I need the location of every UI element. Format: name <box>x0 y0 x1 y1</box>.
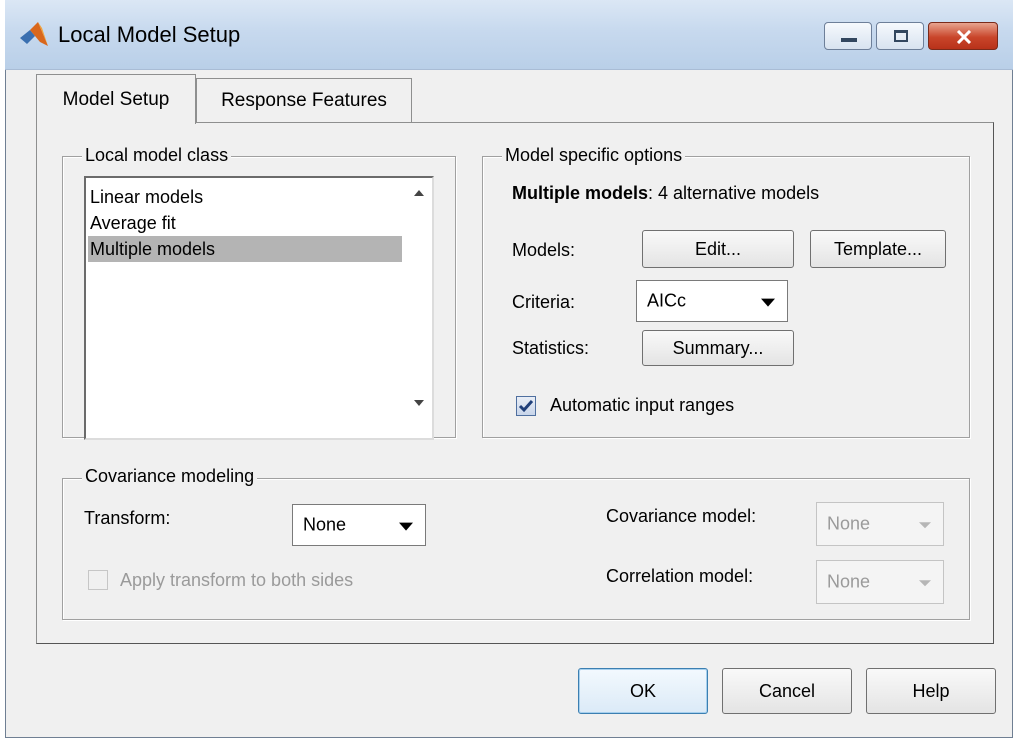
list-item[interactable]: Multiple models <box>88 236 402 262</box>
button-label: Summary... <box>672 337 764 358</box>
chevron-down-icon <box>919 522 931 529</box>
tab-label: Model Setup <box>62 88 170 110</box>
maximize-icon <box>894 30 908 42</box>
transform-dropdown[interactable]: None <box>292 504 426 546</box>
covariance-model-label: Covariance model: <box>606 506 757 526</box>
transform-label: Transform: <box>84 508 171 528</box>
tab-model-setup[interactable]: Model Setup <box>36 74 196 124</box>
checkmark-icon <box>518 400 534 413</box>
button-label: Edit... <box>694 238 742 259</box>
correlation-model-label: Correlation model: <box>606 566 754 586</box>
chevron-down-icon <box>761 298 775 307</box>
model-options-label: Model specific options <box>502 145 686 166</box>
close-icon <box>956 30 972 44</box>
summary-button[interactable]: Summary... <box>642 330 794 366</box>
ok-button[interactable]: OK <box>578 668 708 714</box>
auto-ranges-checkbox[interactable] <box>516 396 536 416</box>
minimize-button[interactable] <box>824 22 872 50</box>
chevron-down-icon <box>399 522 413 531</box>
template-button[interactable]: Template... <box>810 230 946 268</box>
close-button[interactable] <box>928 22 998 50</box>
criteria-label: Criteria: <box>512 292 576 312</box>
criteria-dropdown[interactable]: AICc <box>636 280 788 322</box>
scroll-up-icon[interactable] <box>414 190 424 196</box>
window-title: Local Model Setup <box>58 22 241 47</box>
dropdown-value: None <box>827 513 871 534</box>
list-item[interactable]: Linear models <box>88 184 402 210</box>
auto-ranges-label[interactable]: Automatic input ranges <box>550 395 734 416</box>
tab-response-features[interactable]: Response Features <box>196 78 412 122</box>
apply-transform-label: Apply transform to both sides <box>120 570 354 590</box>
model-class-listbox[interactable]: Linear models Average fit Multiple model… <box>84 176 434 440</box>
model-options-heading: Multiple models: 4 alternative models <box>512 183 819 204</box>
help-button[interactable]: Help <box>866 668 996 714</box>
dropdown-value: None <box>303 514 347 535</box>
dropdown-value: None <box>827 571 871 592</box>
dropdown-value: AICc <box>647 290 687 311</box>
button-label: Template... <box>833 238 923 259</box>
covariance-label: Covariance modeling <box>82 466 258 487</box>
correlation-model-dropdown[interactable]: None <box>816 560 944 604</box>
button-label: OK <box>629 680 656 701</box>
cancel-button[interactable]: Cancel <box>722 668 852 714</box>
heading-bold: Multiple models <box>512 183 649 203</box>
scroll-down-icon[interactable] <box>414 400 424 406</box>
list-item[interactable]: Average fit <box>88 210 402 236</box>
matlab-logo-icon <box>20 22 48 46</box>
edit-button[interactable]: Edit... <box>642 230 794 268</box>
statistics-label: Statistics: <box>512 338 590 358</box>
heading-rest: : 4 alternative models <box>648 183 820 203</box>
maximize-button[interactable] <box>876 22 924 50</box>
local-model-class-label: Local model class <box>82 145 232 166</box>
models-label: Models: <box>512 240 576 260</box>
button-label: Help <box>912 680 950 701</box>
covariance-model-dropdown[interactable]: None <box>816 502 944 546</box>
chevron-down-icon <box>919 580 931 587</box>
apply-transform-checkbox[interactable] <box>88 570 108 590</box>
button-label: Cancel <box>758 680 816 701</box>
minimize-icon <box>841 38 857 42</box>
tab-label: Response Features <box>221 89 387 111</box>
